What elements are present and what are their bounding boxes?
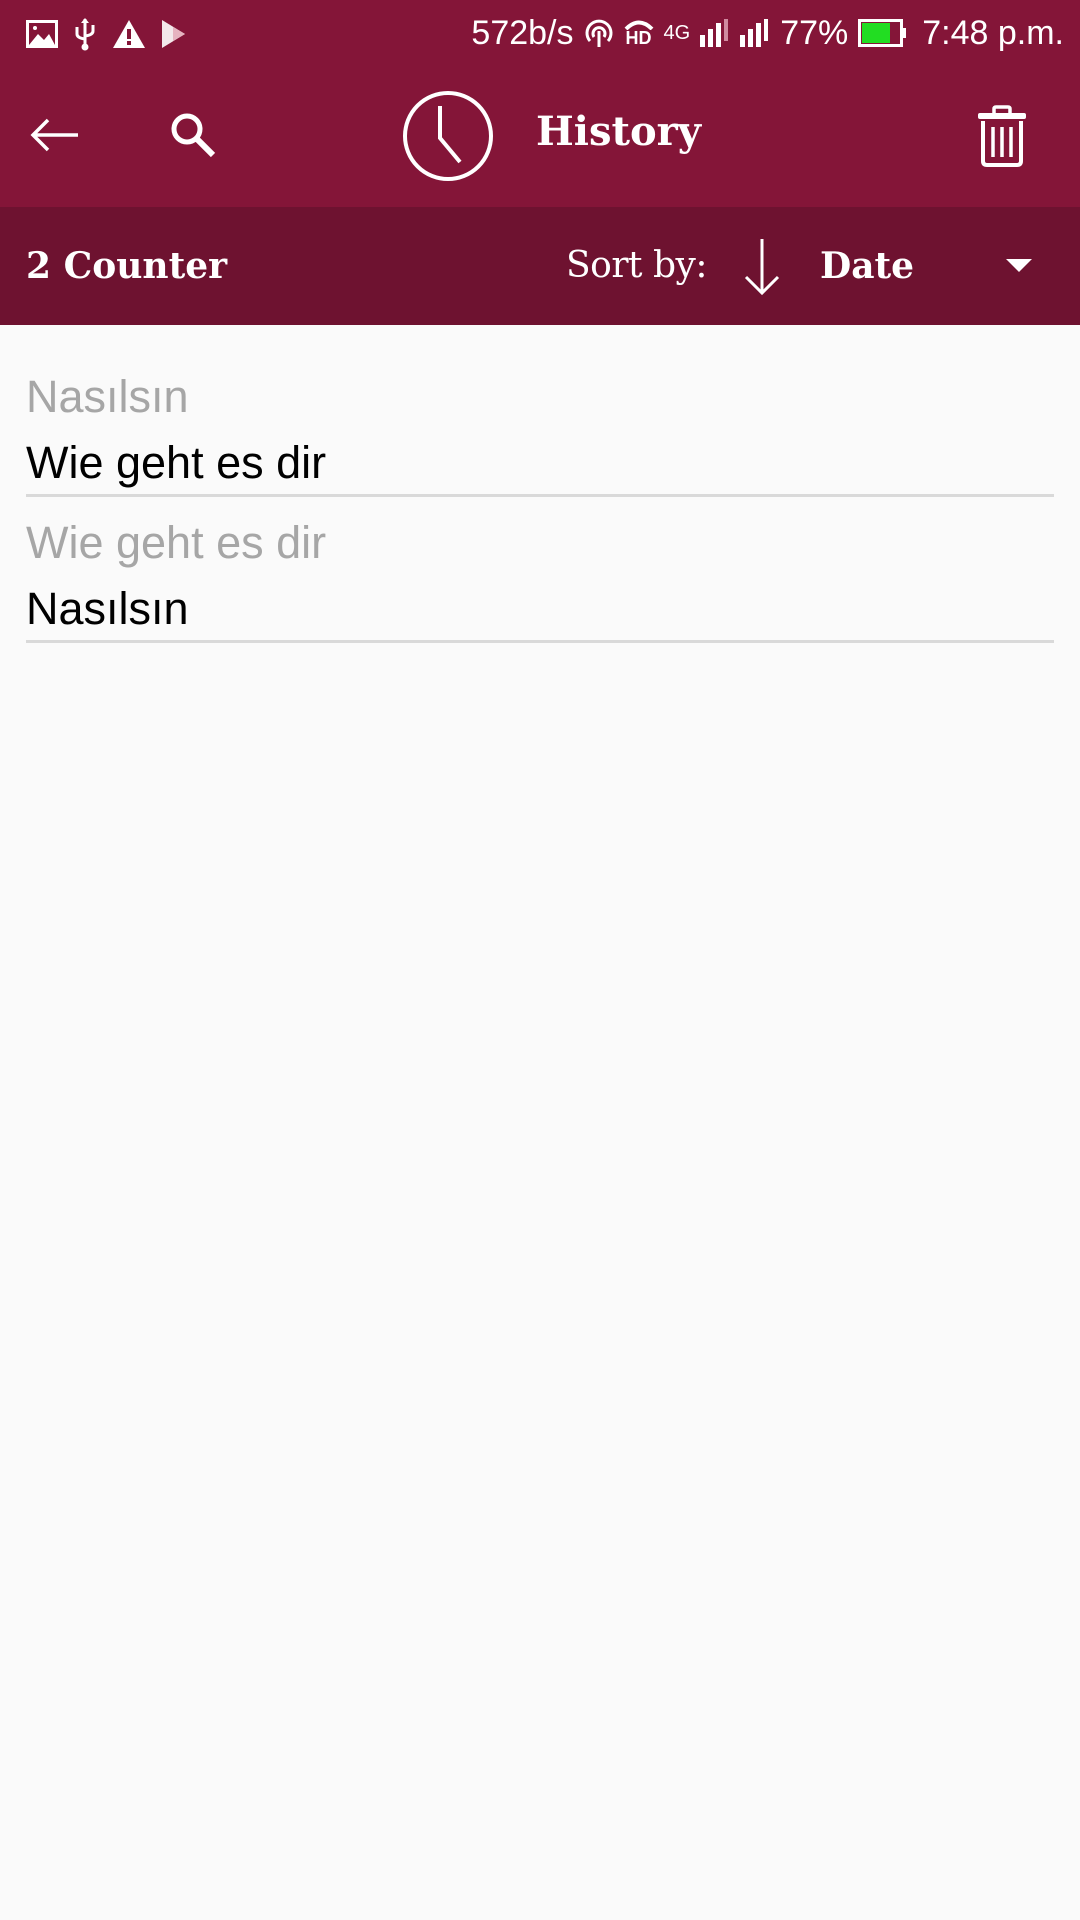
history-item[interactable]: Nasılsın Wie geht es dir [26, 325, 1054, 497]
sort-direction-toggle[interactable] [740, 235, 784, 299]
app-bar: History [0, 70, 1080, 207]
arrow-left-icon [30, 117, 80, 158]
sort-field-value: Date [820, 245, 915, 287]
volte-hd-icon: HD [624, 20, 654, 47]
caret-down-icon [1006, 259, 1032, 272]
clock-time: 7:48 p.m. [922, 13, 1064, 52]
back-button[interactable] [20, 102, 90, 172]
battery-icon [858, 19, 908, 47]
history-translation-text: Wie geht es dir [26, 437, 327, 488]
warning-icon [112, 19, 146, 49]
battery-percent: 77% [780, 13, 849, 52]
gallery-icon [26, 20, 58, 48]
notification-icons [26, 14, 186, 54]
play-store-icon [160, 19, 186, 49]
delete-history-button[interactable] [966, 100, 1038, 176]
network-speed: 572b/s [471, 13, 574, 52]
hotspot-icon [584, 17, 614, 49]
sort-field-dropdown[interactable]: Date [810, 227, 1050, 305]
page-title: History [536, 108, 701, 155]
search-button[interactable] [158, 102, 228, 172]
history-list: Nasılsın Wie geht es dir Wie geht es dir… [26, 325, 1054, 643]
status-bar: 572b/s HD 4G 77% 7:48 p.m. [0, 0, 1080, 70]
history-translation-text: Nasılsın [26, 583, 189, 634]
history-source-text: Wie geht es dir [26, 517, 327, 568]
arrow-down-icon [740, 239, 784, 303]
usb-icon [72, 17, 98, 51]
network-type: 4G [663, 21, 691, 44]
item-counter: 2 Counter [26, 245, 228, 287]
trash-icon [976, 104, 1028, 172]
signal-sim1-icon [700, 19, 730, 47]
system-status: 572b/s HD 4G 77% 7:48 p.m. [471, 10, 1064, 56]
history-source-text: Nasılsın [26, 371, 189, 422]
clock-icon [400, 88, 496, 184]
history-item[interactable]: Wie geht es dir Nasılsın [26, 497, 1054, 643]
search-icon [168, 110, 218, 165]
signal-sim2-icon [740, 19, 770, 47]
sort-bar: 2 Counter Sort by: Date [0, 207, 1080, 325]
sort-by-label: Sort by: [566, 245, 707, 286]
